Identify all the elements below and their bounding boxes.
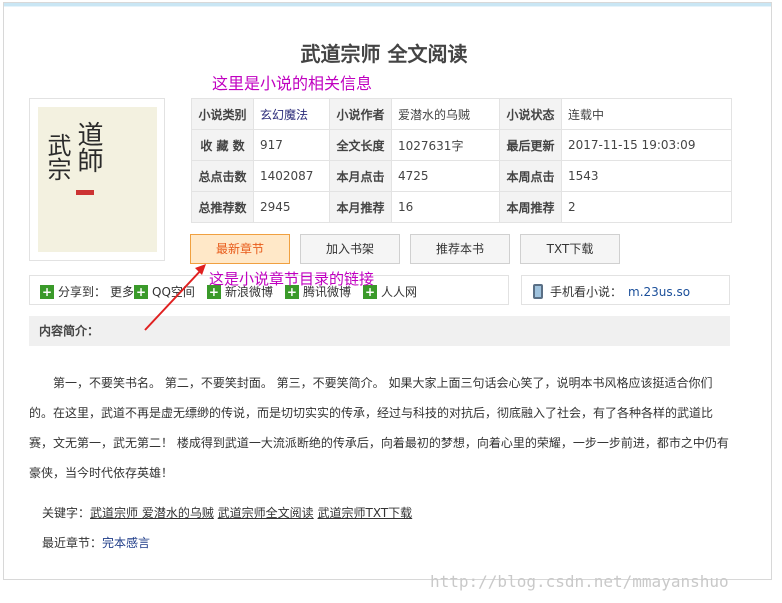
value-length: 1027631字 [391, 129, 500, 161]
keywords-line: 关键字：武道宗师 爱潜水的乌贼 武道宗师全文阅读 武道宗师TXT下载 [42, 504, 412, 521]
annotation-info: 这里是小说的相关信息 [212, 74, 373, 93]
label-status: 小说状态 [499, 98, 562, 130]
label-length: 全文长度 [329, 129, 392, 161]
share-renren-link[interactable]: 人人网 [381, 283, 417, 300]
cover-title-col1: 道師 [73, 121, 103, 173]
info-row: 小说类别 玄幻魔法 小说作者 爱潜水的乌贼 小说状态 连载中 [191, 98, 732, 130]
annotation-chapter-link: 这是小说章节目录的链接 [209, 270, 375, 288]
txt-download-button[interactable]: TXT下载 [520, 234, 620, 264]
share-plus-icon[interactable]: + [40, 284, 54, 299]
label-total-clicks: 总点击数 [191, 160, 254, 192]
info-row: 总点击数 1402087 本月点击 4725 本周点击 1543 [191, 160, 732, 192]
latest-chapters-button[interactable]: 最新章节 [190, 234, 290, 264]
label-week-recommend: 本周推荐 [499, 191, 562, 223]
share-qzone-link[interactable]: QQ空间 [152, 283, 195, 300]
book-cover-frame: 武宗 道師 [29, 98, 165, 261]
qzone-icon[interactable]: + [134, 284, 149, 299]
recommend-book-button[interactable]: 推荐本书 [410, 234, 510, 264]
value-month-clicks: 4725 [391, 160, 500, 192]
label-favorites: 收 藏 数 [191, 129, 254, 161]
latest-chapter-line: 最近章节：完本感言 [42, 534, 150, 551]
latest-chapter-label: 最近章节： [42, 536, 103, 550]
keywords-label: 关键字： [42, 506, 91, 520]
label-category: 小说类别 [191, 98, 254, 130]
label-total-recommend: 总推荐数 [191, 191, 254, 223]
add-to-bookshelf-button[interactable]: 加入书架 [300, 234, 400, 264]
label-week-clicks: 本周点击 [499, 160, 562, 192]
value-total-clicks: 1402087 [253, 160, 330, 192]
book-info-table: 小说类别 玄幻魔法 小说作者 爱潜水的乌贼 小说状态 连载中 收 藏 数 917… [191, 98, 732, 223]
value-category[interactable]: 玄幻魔法 [253, 98, 330, 130]
keyword-link-3[interactable]: 武道宗师TXT下载 [318, 506, 413, 520]
cover-publisher-logo [76, 190, 94, 195]
category-link[interactable]: 玄幻魔法 [260, 108, 308, 122]
label-month-clicks: 本月点击 [329, 160, 392, 192]
mobile-url-link[interactable]: m.23us.so [628, 285, 690, 299]
latest-chapter-link[interactable]: 完本感言 [102, 536, 150, 550]
keyword-link-2[interactable]: 武道宗师全文阅读 [218, 506, 314, 520]
info-row: 收 藏 数 917 全文长度 1027631字 最后更新 2017-11-15 … [191, 129, 732, 161]
label-author: 小说作者 [329, 98, 392, 130]
cover-title-col2: 武宗 [43, 133, 71, 181]
share-more-link[interactable]: 更多 [110, 283, 134, 300]
value-week-recommend: 2 [561, 191, 732, 223]
value-author: 爱潜水的乌贼 [391, 98, 500, 130]
value-week-clicks: 1543 [561, 160, 732, 192]
mobile-phone-icon [533, 284, 543, 299]
mobile-read-box: 手机看小说： m.23us.so [521, 275, 730, 305]
value-total-recommend: 2945 [253, 191, 330, 223]
share-label: 分享到： [58, 285, 107, 299]
watermark: http://blog.csdn.net/mmayanshuo [430, 572, 729, 591]
intro-heading: 内容简介： [29, 316, 730, 346]
book-cover-image[interactable]: 武宗 道師 [38, 107, 157, 252]
keyword-link-1[interactable]: 武道宗师 爱潜水的乌贼 [90, 506, 214, 520]
mobile-row: 手机看小说： m.23us.so [533, 283, 690, 300]
value-last-update: 2017-11-15 19:03:09 [561, 129, 732, 161]
label-month-recommend: 本月推荐 [329, 191, 392, 223]
value-status: 连载中 [561, 98, 732, 130]
intro-text: 第一，不要笑书名。 第二，不要笑封面。 第三，不要笑简介。 如果大家上面三句话会… [29, 376, 729, 480]
page-title: 武道宗师 全文阅读 [300, 42, 468, 66]
value-month-recommend: 16 [391, 191, 500, 223]
top-accent-line-light [4, 6, 771, 7]
label-last-update: 最后更新 [499, 129, 562, 161]
mobile-label: 手机看小说： [550, 285, 623, 299]
info-row: 总推荐数 2945 本月推荐 16 本周推荐 2 [191, 191, 732, 223]
value-favorites: 917 [253, 129, 330, 161]
